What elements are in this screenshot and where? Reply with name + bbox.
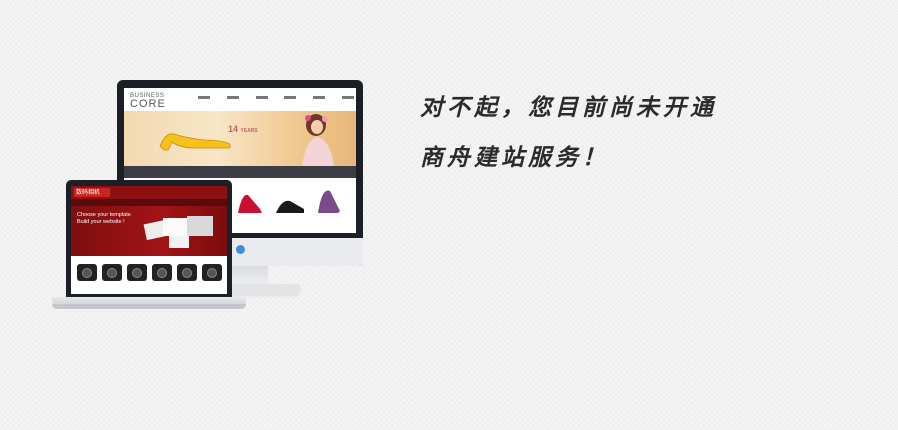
laptop-site-nav: [71, 199, 227, 206]
site-section-bar: [124, 166, 356, 178]
product-thumb: [276, 200, 304, 213]
notice-line-1: 对不起，您目前尚未开通: [420, 95, 717, 121]
camera-thumb: [127, 264, 147, 281]
laptop-banner-text: Choose your template Build your website …: [77, 212, 131, 226]
camera-thumb: [102, 264, 122, 281]
site-nav: [198, 96, 354, 104]
product-thumb: [318, 190, 340, 213]
laptop-screen: 数码相机 Choose your template Build your web…: [71, 186, 227, 294]
banner-badge: 14 YEARS: [228, 124, 258, 134]
notice-line-2: 商舟建站服务！: [420, 145, 609, 171]
banner-line-1: Choose your template: [77, 212, 131, 218]
camera-thumb: [152, 264, 172, 281]
badge-number: 14: [228, 124, 239, 134]
shoe-image: [159, 133, 231, 151]
camera-row: [71, 256, 227, 294]
template-cards-image: [143, 216, 213, 248]
site-logo: BUSINESS CORE: [130, 93, 166, 110]
product-thumb: [238, 194, 262, 213]
camera-thumb: [202, 264, 222, 281]
laptop-base-edge: [52, 304, 246, 309]
site-logo-bottom: CORE: [130, 98, 166, 110]
power-indicator-icon: [236, 245, 245, 254]
banner-line-2: Build your website !: [77, 219, 125, 225]
badge-sub: YEARS: [240, 128, 258, 134]
model-image: [302, 114, 334, 166]
camera-thumb: [77, 264, 97, 281]
camera-thumb: [177, 264, 197, 281]
laptop-site-logo: 数码相机: [74, 188, 110, 197]
